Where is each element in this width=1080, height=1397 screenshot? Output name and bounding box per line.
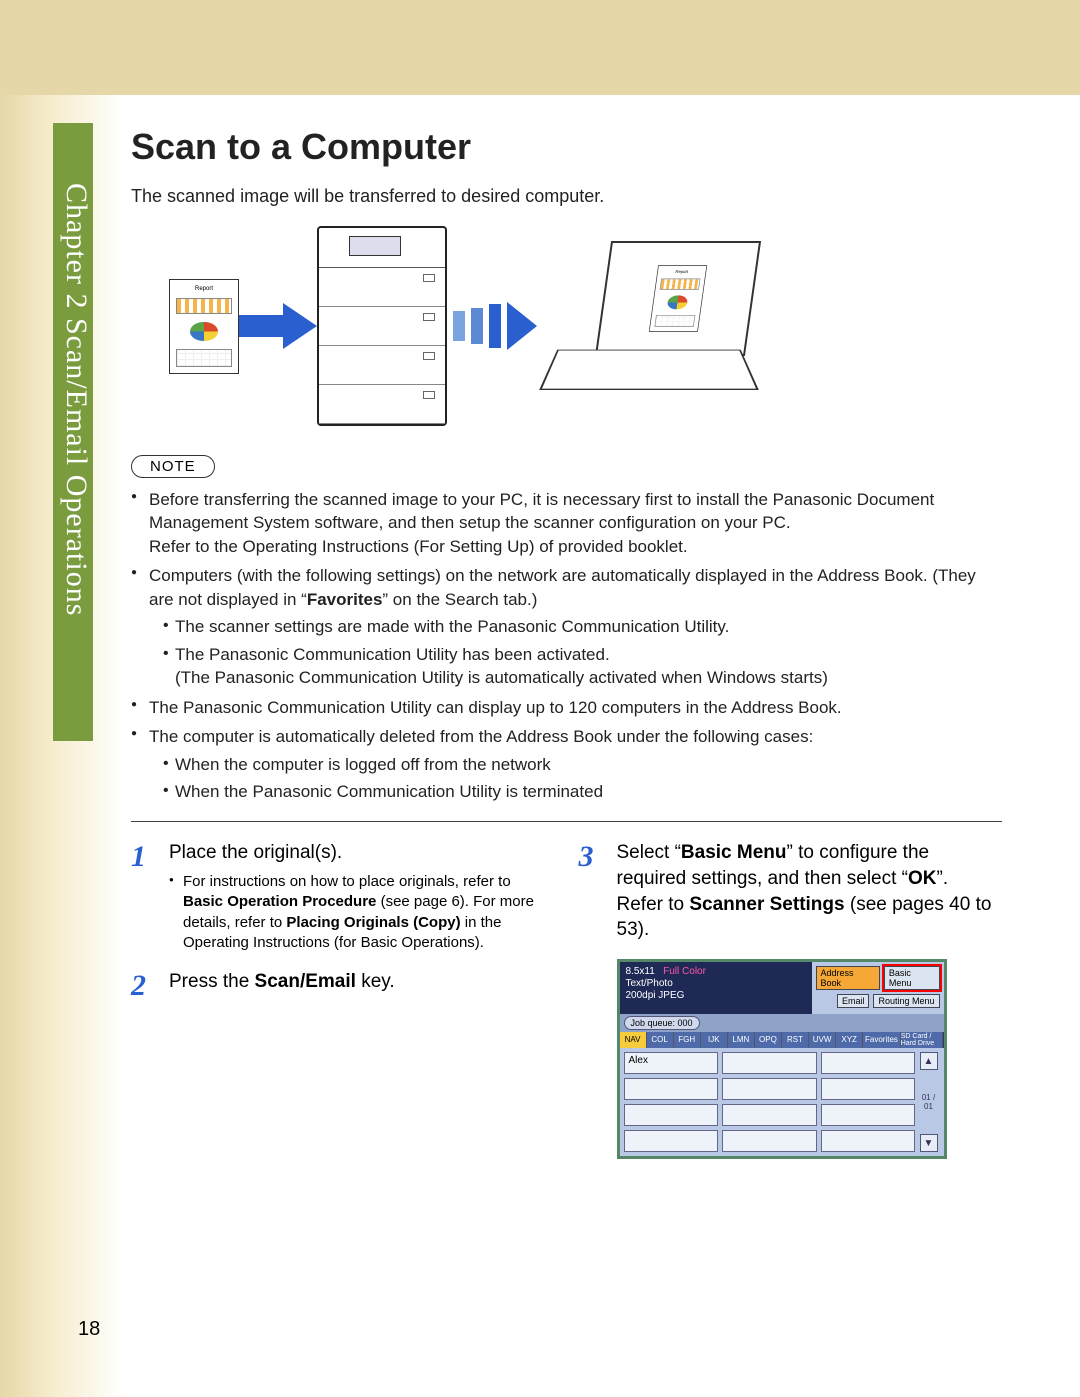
- report-label: Report: [176, 286, 232, 292]
- arrow-icon: [239, 297, 317, 355]
- address-cell[interactable]: Alex: [624, 1052, 719, 1074]
- arrow-stripes-icon: [453, 302, 543, 350]
- report-label: Report: [662, 270, 702, 274]
- ss-tab-sdcard[interactable]: SD Card / Hard Drive: [901, 1032, 944, 1048]
- ss-tab[interactable]: FGH: [674, 1032, 701, 1048]
- basic-menu-button[interactable]: Basic Menu: [884, 966, 940, 990]
- page-number: 18: [78, 1318, 100, 1341]
- transfer-diagram: Report Report: [169, 221, 1002, 431]
- step-2: 2 Press the Scan/Email key.: [131, 969, 555, 1003]
- address-cell[interactable]: [821, 1104, 916, 1126]
- step-1: 1 Place the original(s). For instruction…: [131, 840, 555, 953]
- address-cell[interactable]: [821, 1078, 916, 1100]
- note-list: Before transferring the scanned image to…: [131, 488, 1002, 803]
- scroll-up-icon[interactable]: ▲: [920, 1052, 938, 1070]
- laptop-icon: Report: [549, 241, 759, 411]
- ss-tab[interactable]: IJK: [701, 1032, 728, 1048]
- step-text: Place the original(s).: [169, 842, 342, 863]
- steps-row: 1 Place the original(s). For instruction…: [131, 840, 1002, 1159]
- step-number: 2: [131, 969, 155, 1003]
- ss-tab[interactable]: OPQ: [755, 1032, 782, 1048]
- header-band: [0, 0, 1080, 95]
- ss-tab[interactable]: XYZ: [836, 1032, 863, 1048]
- note-item: Computers (with the following settings) …: [131, 564, 1002, 689]
- address-book-button[interactable]: Address Book: [816, 966, 880, 990]
- document-thumb-left: Report: [169, 279, 239, 374]
- divider: [131, 821, 1002, 822]
- mini-pie-chart-icon: [190, 322, 218, 342]
- ss-address-grid: Alex: [624, 1052, 916, 1152]
- note-badge: NOTE: [131, 455, 215, 478]
- chapter-tab: Chapter 2 Scan/Email Operations: [53, 123, 93, 741]
- ss-tab[interactable]: COL: [647, 1032, 674, 1048]
- intro-text: The scanned image will be transferred to…: [131, 186, 1002, 207]
- address-cell[interactable]: [722, 1130, 817, 1152]
- page-indicator: 01 / 01: [918, 1093, 940, 1111]
- step-3: 3 Select “Basic Menu” to configure the r…: [579, 840, 1003, 943]
- job-queue-pill[interactable]: Job queue: 000: [624, 1016, 700, 1030]
- ss-tab[interactable]: RST: [782, 1032, 809, 1048]
- address-cell[interactable]: [624, 1130, 719, 1152]
- mini-line-chart-icon: [176, 349, 232, 366]
- address-cell[interactable]: [722, 1104, 817, 1126]
- ss-info-panel: 8.5x11 Full Color Text/Photo 200dpi JPEG: [620, 962, 812, 1014]
- note-item: Before transferring the scanned image to…: [131, 488, 1002, 558]
- address-cell[interactable]: [624, 1104, 719, 1126]
- address-cell[interactable]: [722, 1052, 817, 1074]
- mini-bar-chart-icon: [176, 298, 232, 314]
- note-subitem: The scanner settings are made with the P…: [163, 615, 1002, 638]
- address-cell[interactable]: [821, 1130, 916, 1152]
- content-area: Scan to a Computer The scanned image wil…: [125, 118, 1002, 1397]
- step-bullet: For instructions on how to place origina…: [169, 872, 555, 953]
- note-subitem: When the Panasonic Communication Utility…: [163, 780, 1002, 803]
- scroll-down-icon[interactable]: ▼: [920, 1134, 938, 1152]
- address-cell[interactable]: [722, 1078, 817, 1100]
- ss-tabs: NAV COL FGH IJK LMN OPQ RST UVW XYZ Favo…: [620, 1032, 944, 1048]
- ss-tab[interactable]: UVW: [809, 1032, 836, 1048]
- routing-menu-button[interactable]: Routing Menu: [873, 994, 939, 1008]
- page-title: Scan to a Computer: [131, 126, 1002, 168]
- note-subitem: When the computer is logged off from the…: [163, 753, 1002, 776]
- ss-tab[interactable]: LMN: [728, 1032, 755, 1048]
- address-cell[interactable]: [624, 1078, 719, 1100]
- lcd-screenshot: 8.5x11 Full Color Text/Photo 200dpi JPEG…: [617, 959, 947, 1159]
- email-button[interactable]: Email: [837, 994, 870, 1008]
- step-number: 3: [579, 840, 603, 943]
- note-subitem: The Panasonic Communication Utility has …: [163, 643, 1002, 690]
- address-cell[interactable]: [821, 1052, 916, 1074]
- mfp-printer-icon: [317, 226, 447, 426]
- note-item: The computer is automatically deleted fr…: [131, 725, 1002, 803]
- step-number: 1: [131, 840, 155, 953]
- ss-tab[interactable]: NAV: [620, 1032, 647, 1048]
- ss-tab-favorites[interactable]: Favorites: [863, 1032, 901, 1048]
- note-item: The Panasonic Communication Utility can …: [131, 696, 1002, 719]
